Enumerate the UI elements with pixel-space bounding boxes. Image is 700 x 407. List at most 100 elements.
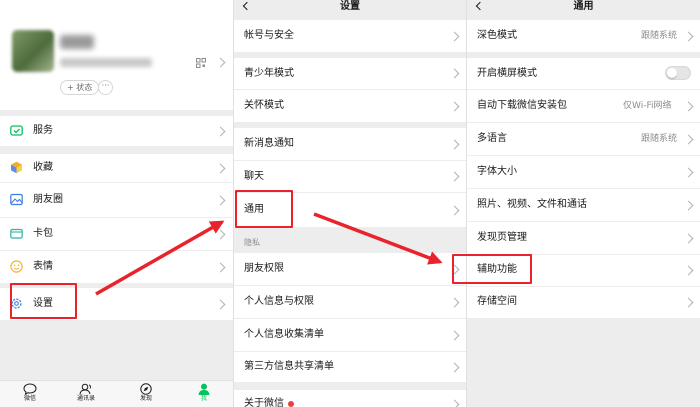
general-item-landscape[interactable]: 开启横屏模式 (467, 58, 700, 89)
tab-contacts[interactable]: 通讯录 (66, 383, 106, 403)
chevron-right-icon (683, 265, 694, 276)
settings-item-label: 关怀模式 (244, 100, 284, 111)
chevron-right-icon (683, 233, 694, 244)
general-item-label: 存储空间 (477, 296, 517, 307)
page-title: 通用 (573, 1, 594, 12)
person-icon (198, 383, 210, 395)
chevron-right-icon (215, 299, 226, 310)
chevron-right-icon (215, 57, 226, 68)
tab-label: 我 (200, 395, 207, 402)
bottom-tab-bar: 微信 通讯录 发现 我 (0, 380, 233, 407)
highlight-box-accessibility (452, 254, 532, 284)
settings-item-info-collection[interactable]: 个人信息收集清单 (234, 319, 466, 351)
settings-item-notifications[interactable]: 新消息通知 (234, 128, 466, 160)
add-status-button[interactable]: + 状态 (60, 80, 100, 95)
tab-label: 通讯录 (76, 395, 95, 402)
chevron-right-icon (683, 134, 694, 145)
settings-item-account[interactable]: 帐号与安全 (234, 20, 466, 52)
general-item-value: 仅Wi-Fi网络 (623, 101, 672, 111)
settings-item-about[interactable]: 关于微信 (234, 390, 466, 407)
wallet-icon (10, 228, 23, 239)
settings-item-care[interactable]: 关怀模式 (234, 90, 466, 122)
tab-chats[interactable]: 微信 (10, 383, 50, 403)
general-item-auto-download[interactable]: 自动下载微信安装包 仅Wi-Fi网络 (467, 90, 700, 122)
chevron-right-icon (215, 163, 226, 174)
services-icon (10, 125, 23, 136)
chevron-right-icon (215, 126, 226, 137)
chevron-right-icon (683, 297, 694, 308)
highlight-box-general (235, 190, 293, 228)
me-item-services[interactable]: 服务 (0, 116, 233, 146)
chevron-right-icon (449, 297, 460, 308)
chevron-right-icon (449, 362, 460, 373)
me-panel: + 状态 ··· 服务 收藏 朋友圈 卡包 表情 设置 微信 通讯录 发现 我 (0, 0, 233, 407)
general-item-dark-mode[interactable]: 深色模式 跟随系统 (467, 20, 700, 52)
tab-me[interactable]: 我 (184, 383, 224, 403)
highlight-box-settings (10, 283, 77, 319)
general-item-value: 跟随系统 (641, 134, 678, 144)
general-item-label: 开启横屏模式 (477, 68, 537, 79)
chevron-right-icon (449, 171, 460, 182)
me-item-cards[interactable]: 卡包 (0, 218, 233, 250)
page-title: 设置 (340, 1, 360, 12)
settings-item-label: 帐号与安全 (244, 30, 294, 41)
settings-item-friend-permissions[interactable]: 朋友权限 (234, 253, 466, 285)
general-item-storage[interactable]: 存储空间 (467, 287, 700, 318)
settings-item-teen[interactable]: 青少年模式 (234, 58, 466, 89)
settings-item-label: 关于微信 (244, 398, 284, 407)
general-panel: 通用 深色模式 跟随系统 开启横屏模式 自动下载微信安装包 仅Wi-Fi网络 多… (466, 0, 700, 407)
general-item-value: 跟随系统 (641, 31, 678, 41)
profile-card[interactable]: + 状态 ··· (0, 0, 233, 110)
general-item-discover-management[interactable]: 发现页管理 (467, 222, 700, 254)
chevron-right-icon (449, 330, 460, 341)
general-item-label: 深色模式 (477, 30, 517, 41)
tab-label: 微信 (23, 395, 36, 402)
general-item-language[interactable]: 多语言 跟随系统 (467, 123, 700, 155)
section-title-privacy: 隐私 (244, 238, 260, 247)
contacts-icon (79, 383, 91, 395)
me-item-label: 服务 (33, 125, 53, 136)
general-item-media[interactable]: 照片、视频、文件和通话 (467, 189, 700, 221)
chevron-right-icon (449, 205, 460, 216)
chevron-right-icon (683, 101, 694, 112)
chevron-right-icon (449, 31, 460, 42)
settings-item-label: 聊天 (244, 171, 264, 182)
favorites-icon (11, 161, 22, 174)
landscape-toggle[interactable] (665, 66, 691, 80)
general-item-label: 多语言 (477, 133, 507, 144)
chevron-right-icon (683, 31, 694, 42)
chevron-right-icon (215, 229, 226, 240)
chevron-right-icon (683, 200, 694, 211)
toggle-knob (667, 68, 677, 78)
me-item-moments[interactable]: 朋友圈 (0, 183, 233, 217)
general-item-label: 字体大小 (477, 166, 517, 177)
settings-item-label: 个人信息收集清单 (244, 329, 324, 340)
avatar[interactable] (12, 30, 54, 72)
chevron-right-icon (449, 68, 460, 79)
smiley-icon (10, 260, 23, 273)
new-badge-dot (288, 401, 294, 407)
me-item-label: 卡包 (33, 228, 53, 239)
settings-item-label: 新消息通知 (244, 138, 294, 149)
chevron-right-icon (449, 101, 460, 112)
settings-item-label: 朋友权限 (244, 263, 284, 274)
nav-bar: 通用 (467, 0, 700, 14)
settings-item-third-party[interactable]: 第三方信息共享清单 (234, 352, 466, 382)
chat-bubble-icon (23, 383, 37, 395)
more-button[interactable]: ··· (98, 80, 113, 95)
chevron-right-icon (215, 195, 226, 206)
tab-discover[interactable]: 发现 (126, 383, 166, 403)
nav-bar: 设置 (234, 0, 466, 14)
me-item-label: 表情 (33, 261, 53, 272)
compass-icon (140, 383, 152, 395)
me-item-stickers[interactable]: 表情 (0, 251, 233, 283)
wechat-id-blurred (60, 58, 152, 67)
me-item-favorites[interactable]: 收藏 (0, 154, 233, 182)
general-item-font-size[interactable]: 字体大小 (467, 156, 700, 188)
settings-item-chat[interactable]: 聊天 (234, 161, 466, 192)
general-item-label: 发现页管理 (477, 232, 527, 243)
qr-code-icon[interactable] (196, 58, 206, 68)
chevron-right-icon (449, 399, 460, 407)
me-item-label: 收藏 (33, 162, 53, 173)
settings-item-personal-info[interactable]: 个人信息与权限 (234, 286, 466, 318)
